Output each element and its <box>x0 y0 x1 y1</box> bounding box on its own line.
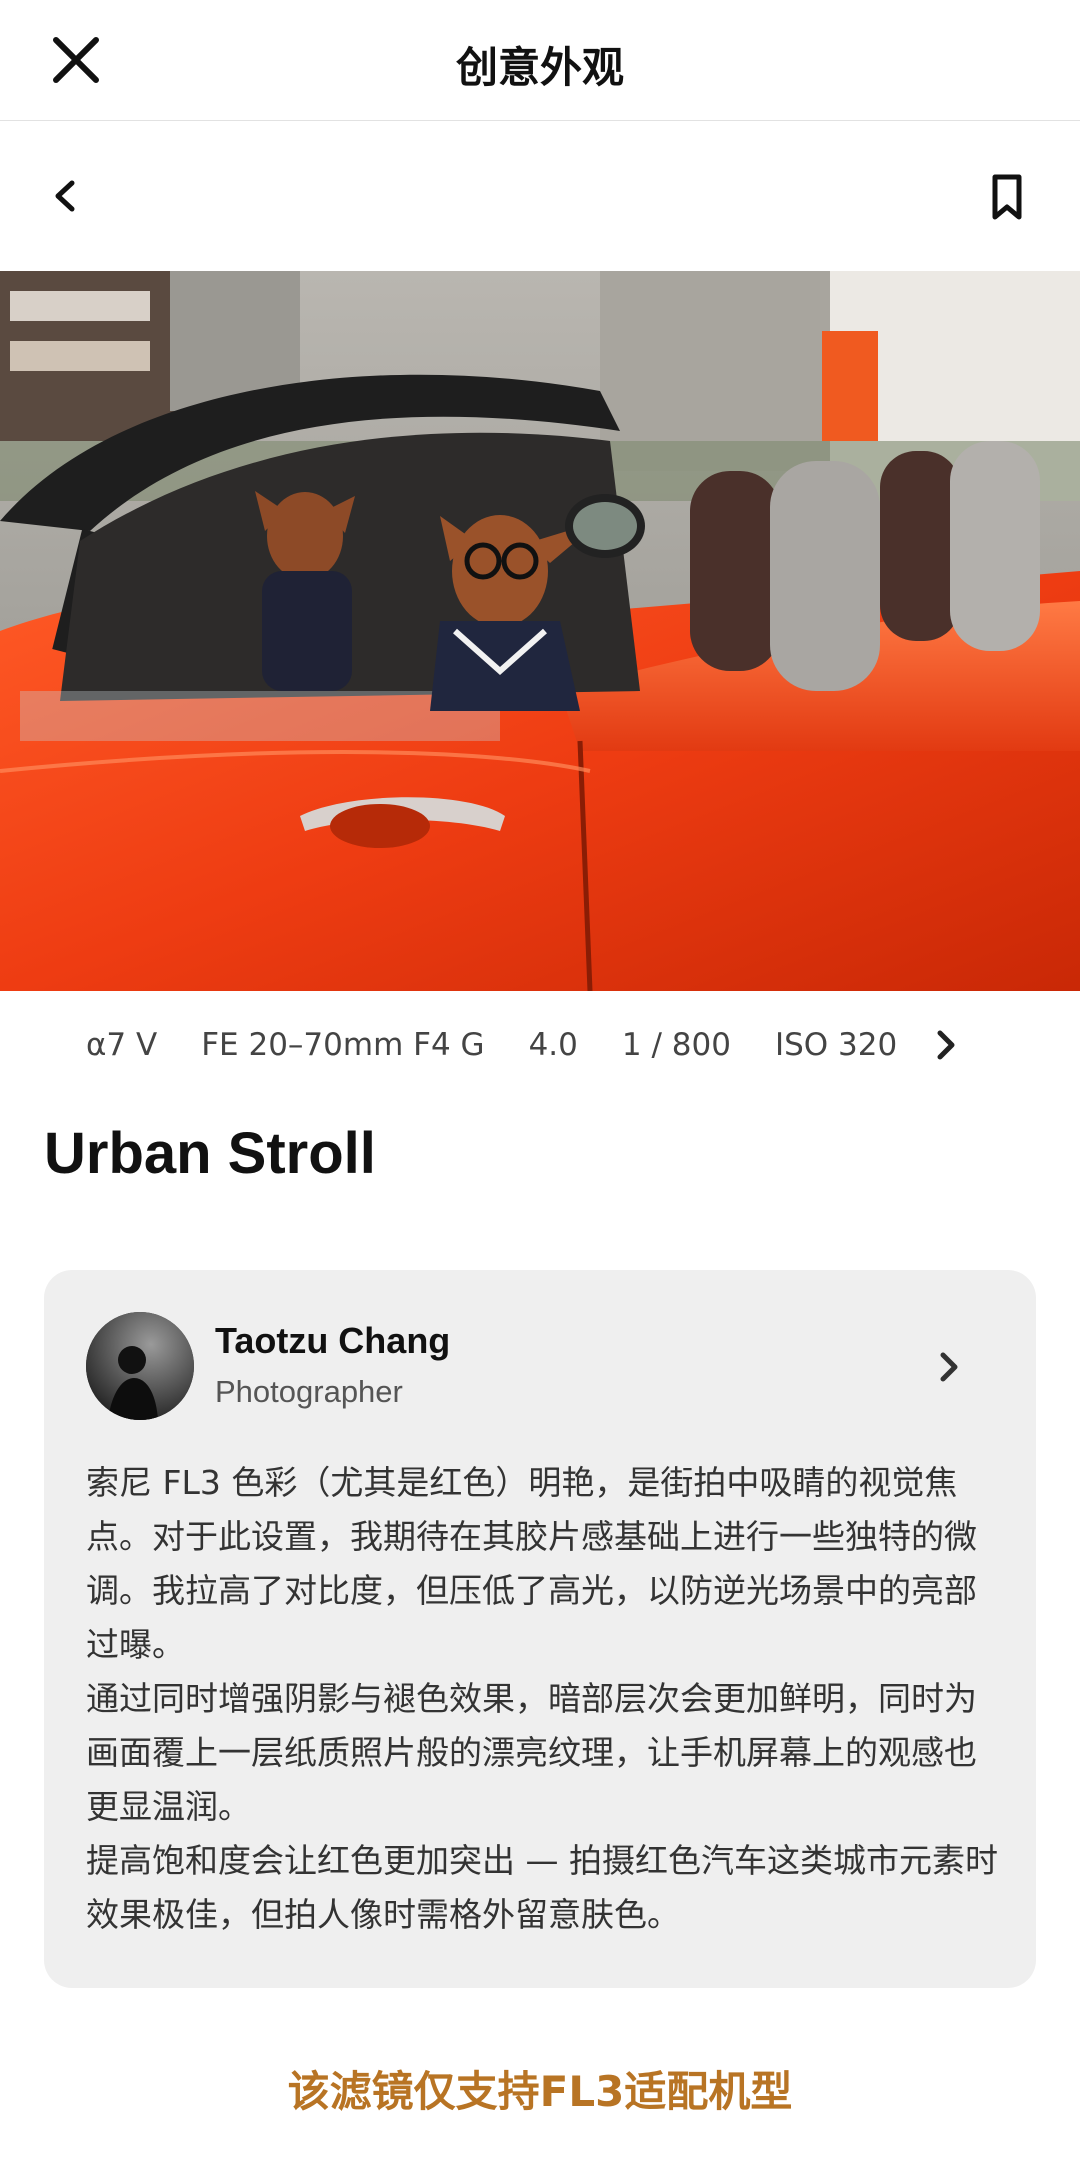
chevron-left-icon <box>55 180 75 212</box>
style-description: 索尼 FL3 色彩（尤其是红色）明艳，是街拍中吸睛的视觉焦点。对于此设置，我期待… <box>86 1463 998 1934</box>
spec-shutter: 1 / 800 <box>621 1027 731 1063</box>
avatar[interactable] <box>86 1312 194 1420</box>
author-name[interactable]: Taotzu Chang <box>215 1320 450 1362</box>
spec-lens: FE 20–70mm F4 G <box>201 1027 485 1063</box>
spec-iso: ISO 320 <box>774 1027 898 1063</box>
author-role: Photographer <box>215 1374 403 1409</box>
top-bar: 创意外观 <box>0 0 1080 121</box>
chevron-right-icon[interactable] <box>931 1025 961 1065</box>
camera-specs[interactable]: α7 V FE 20–70mm F4 G 4.0 1 / 800 ISO 320 <box>0 1010 1080 1080</box>
spec-aperture: 4.0 <box>528 1027 578 1063</box>
bookmark-icon <box>992 174 1022 220</box>
sample-photo <box>0 271 1080 991</box>
page-title: 创意外观 <box>455 43 624 92</box>
style-title: Urban Stroll <box>44 1121 376 1186</box>
spec-camera: α7 V <box>86 1027 158 1063</box>
back-button[interactable] <box>46 171 86 221</box>
sub-nav-bar <box>0 121 1080 271</box>
bookmark-button[interactable] <box>985 169 1029 225</box>
chevron-right-icon[interactable] <box>934 1346 964 1388</box>
author-card: Taotzu Chang Photographer 索尼 FL3 色彩（尤其是红… <box>44 1270 1036 1988</box>
compatibility-note: 该滤镜仅支持FL3适配机型 <box>287 2067 793 2116</box>
